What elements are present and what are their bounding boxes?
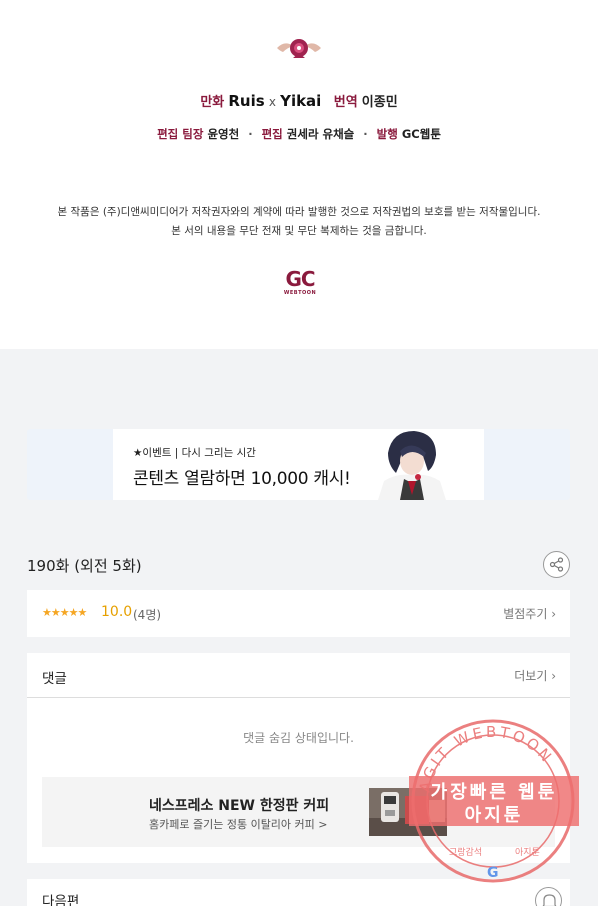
comment-title: 댓글 bbox=[42, 671, 67, 687]
notice-line-1: 본 작품은 (주)디앤씨미디어가 저작권자와의 계약에 따라 발행한 것으로 저… bbox=[57, 206, 541, 218]
manhwa-artist: Ruis bbox=[228, 92, 265, 110]
gc-webtoon-logo: GC WEBTOON bbox=[282, 268, 318, 298]
rating-stars: ★★★★★ bbox=[42, 606, 87, 619]
ad-title: 네스프레소 NEW 한정판 커피 bbox=[149, 798, 330, 814]
more-comments-button[interactable]: 더보기 › bbox=[514, 667, 556, 684]
rating-count: (4명) bbox=[133, 608, 162, 622]
share-button[interactable] bbox=[543, 551, 570, 578]
rating-box: ★★★★★ 10.0 (4명) 별점주기 › bbox=[27, 590, 570, 637]
watermark-bottom-right: 아지툰 bbox=[515, 847, 540, 858]
banner-headline: 콘텐츠 열람하면 10,000 캐시! bbox=[133, 469, 351, 489]
rating-score: 10.0 bbox=[101, 604, 133, 620]
cross-sign: x bbox=[268, 95, 276, 109]
emblem-icon bbox=[277, 39, 321, 58]
event-banner[interactable]: ★이벤트 | 다시 그리는 시간 콘텐츠 열람하면 10,000 캐시! bbox=[27, 429, 570, 500]
credit-line-editors: 편집 팀장 윤영천 · 편집 권세라 유채슬 · 발행 GC웹툰 bbox=[0, 126, 598, 142]
manhwa-artist-2: Yikai bbox=[280, 92, 322, 110]
rate-button[interactable]: 별점주기 › bbox=[503, 605, 556, 622]
subscribe-button[interactable] bbox=[535, 887, 562, 906]
google-g-icon: G bbox=[487, 865, 499, 881]
editor-label: 편집 bbox=[261, 127, 283, 141]
bell-icon bbox=[542, 894, 557, 906]
editor-lead-label: 편집 팀장 bbox=[157, 127, 204, 141]
share-icon bbox=[549, 557, 564, 572]
editor-names: 권세라 유채슬 bbox=[286, 127, 355, 141]
watermark-bottom-left: 그랑감석 bbox=[449, 846, 482, 858]
next-episode-title: 다음편 bbox=[42, 894, 80, 906]
separator-dot: · bbox=[248, 127, 253, 141]
notice-line-2: 본 서의 내용을 무단 전재 및 무단 복제하는 것을 금합니다. bbox=[171, 225, 427, 237]
manhwa-label: 만화 bbox=[200, 95, 225, 110]
character-illustration bbox=[378, 431, 446, 500]
credits-section: 만화 Ruis x Yikai 번역 이종민 편집 팀장 윤영천 · 편집 권세… bbox=[0, 0, 598, 349]
logo-subtext: WEBTOON bbox=[283, 290, 317, 296]
ad-subtitle: 홈카페로 즐기는 정통 이탈리아 커피 > bbox=[149, 818, 328, 831]
publisher-label: 발행 bbox=[376, 127, 398, 141]
translation-label: 번역 bbox=[333, 95, 358, 110]
translator-name: 이종민 bbox=[361, 95, 398, 110]
episode-title: 190화 (외전 5화) bbox=[27, 557, 142, 575]
separator-dot: · bbox=[363, 127, 368, 141]
comment-header: 댓글 더보기 › bbox=[27, 653, 570, 698]
banner-event-tag: ★이벤트 | 다시 그리는 시간 bbox=[133, 447, 256, 459]
credit-line-artists: 만화 Ruis x Yikai 번역 이종민 bbox=[0, 91, 598, 110]
publisher-name: GC웹툰 bbox=[401, 127, 441, 141]
copyright-notice: 본 작품은 (주)디앤씨미디어가 저작권자와의 계약에 따라 발행한 것으로 저… bbox=[0, 203, 598, 241]
watermark-line-2: 아지툰 bbox=[464, 805, 524, 826]
logo-text: GC bbox=[285, 267, 315, 291]
editor-lead-name: 윤영천 bbox=[207, 127, 240, 141]
